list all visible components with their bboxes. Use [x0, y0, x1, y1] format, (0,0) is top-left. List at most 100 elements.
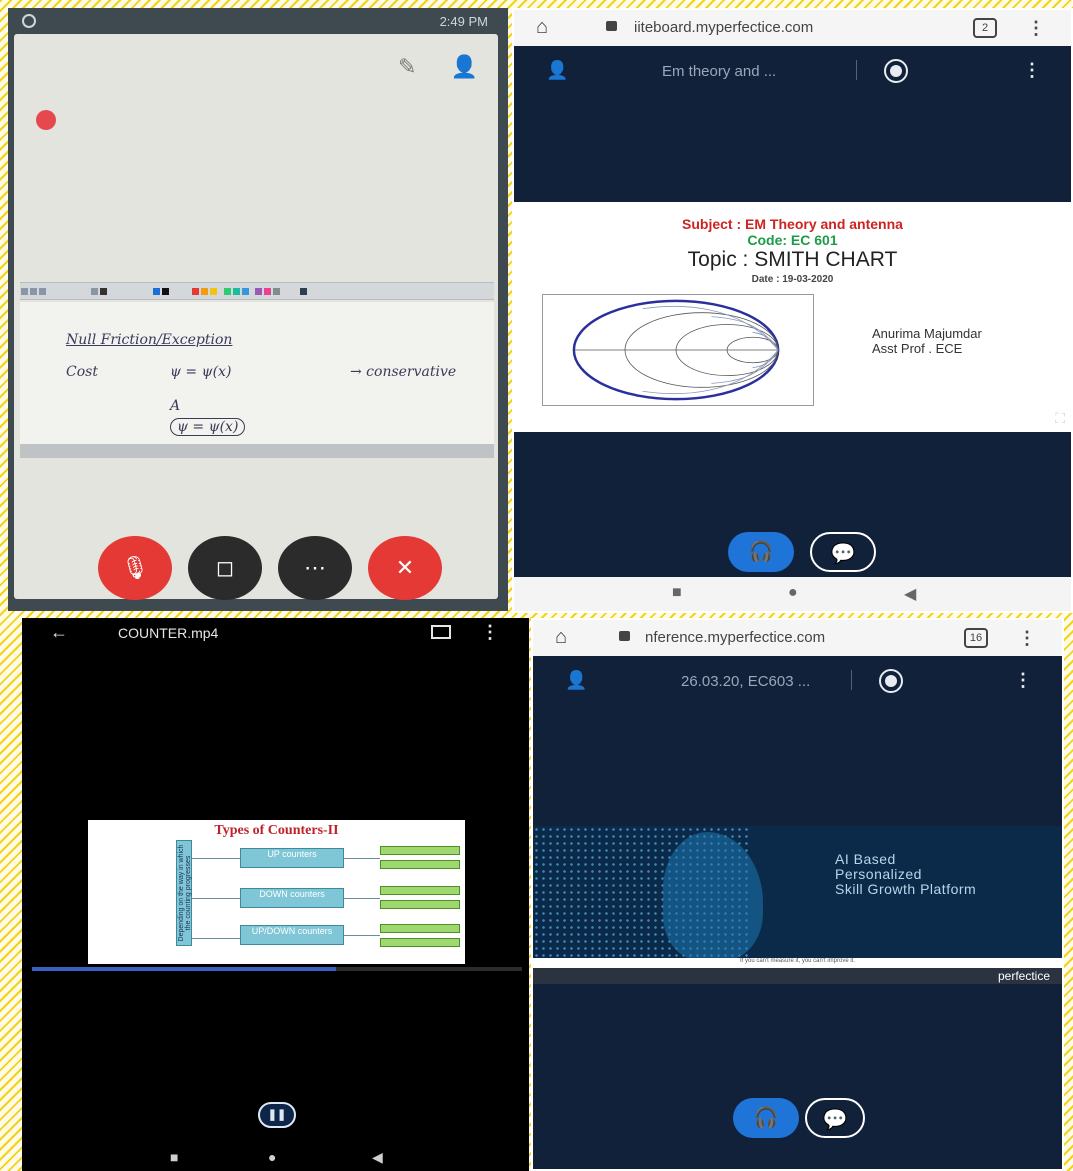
- whiteboard-screen: ✎ 👤 Null Friction/Exception Cost ψ = ψ(x…: [14, 34, 498, 599]
- meeting-title: Em theory and ...: [662, 63, 777, 80]
- video-top-bar: ← COUNTER.mp4 ⋮: [22, 618, 529, 648]
- handwritten-note: Null Friction/Exception: [66, 332, 233, 348]
- slide-footer: perfectice: [533, 968, 1062, 984]
- chat-button[interactable]: 💬: [805, 1098, 865, 1138]
- cast-icon[interactable]: [431, 625, 451, 639]
- android-nav-bar: ■ ● ◀: [514, 577, 1071, 611]
- slide-author: Anurima Majumdar Asst Prof . ECE: [872, 326, 982, 356]
- browser-address-bar: ⌂ iiteboard.myperfectice.com 2 ⋮: [514, 10, 1071, 46]
- back-arrow-icon[interactable]: ←: [50, 622, 68, 643]
- android-nav-bar: ■ ● ◀: [22, 1145, 529, 1171]
- fullscreen-icon[interactable]: ⛶: [1055, 410, 1065, 427]
- side-label-text: Depending on the way in which the counti…: [178, 844, 192, 942]
- lock-icon: [606, 21, 617, 31]
- handwritten-note: A: [170, 398, 181, 414]
- counter-slide: Types of Counters-II Depending on the wa…: [88, 820, 465, 964]
- ai-platform-session: ⌂ nference.myperfectice.com 16 ⋮ 👤 26.03…: [531, 618, 1064, 1171]
- pen-icon[interactable]: ✎: [398, 54, 416, 79]
- author-title: Asst Prof . ECE: [872, 341, 963, 356]
- banner-line: Skill Growth Platform: [835, 881, 977, 897]
- divider: [851, 670, 852, 690]
- video-file-name: COUNTER.mp4: [118, 625, 219, 641]
- slide-topic: Topic : SMITH CHART: [687, 248, 898, 271]
- connector: [344, 858, 380, 859]
- lock-icon: [619, 631, 630, 641]
- recent-apps-icon[interactable]: ■: [170, 1149, 178, 1165]
- banner-line: Personalized: [835, 866, 922, 882]
- ai-head-graphic: [663, 832, 763, 960]
- subtype-box: [380, 900, 460, 909]
- call-controls: 🎙 ◻ ⋯ ✕: [8, 536, 508, 606]
- record-indicator-icon: [36, 110, 56, 130]
- participants-icon[interactable]: 👤: [546, 60, 568, 81]
- smith-chart-figure: [542, 294, 814, 406]
- url-text[interactable]: iiteboard.myperfectice.com: [634, 19, 813, 36]
- home-nav-icon[interactable]: ●: [268, 1149, 276, 1165]
- meeting-menu-icon[interactable]: ⋮: [1014, 670, 1032, 691]
- whiteboard-canvas[interactable]: Null Friction/Exception Cost ψ = ψ(x) A …: [20, 302, 494, 446]
- url-text[interactable]: nference.myperfectice.com: [645, 629, 825, 646]
- smith-chart-session: ⌂ iiteboard.myperfectice.com 2 ⋮ 👤 Em th…: [512, 8, 1073, 613]
- browser-menu-icon[interactable]: ⋮: [1027, 18, 1045, 39]
- subtype-box: [380, 924, 460, 933]
- connector: [192, 898, 240, 899]
- pause-button[interactable]: ❚❚: [258, 1102, 296, 1128]
- presentation-slide: Subject : EM Theory and antenna Code: EC…: [514, 202, 1071, 432]
- audio-button[interactable]: 🎧: [728, 532, 794, 572]
- brand-logo-text: perfectice: [997, 969, 1050, 983]
- connector: [192, 858, 240, 859]
- meeting-header: 👤 26.03.20, EC603 ... ⋮: [533, 656, 1062, 706]
- video-seek-bar[interactable]: [32, 967, 522, 971]
- camera-icon: [22, 14, 36, 28]
- seek-bar-progress: [32, 967, 336, 971]
- whiteboard-top-icons: ✎ 👤: [370, 54, 478, 80]
- connector: [192, 938, 240, 939]
- author-name: Anurima Majumdar: [872, 326, 982, 341]
- mute-button[interactable]: 🎙: [98, 536, 172, 600]
- handwritten-note: ψ = ψ(x): [170, 364, 232, 380]
- slide-subject: Subject : EM Theory and antenna: [682, 216, 903, 232]
- video-menu-icon[interactable]: ⋮: [481, 622, 499, 643]
- home-icon[interactable]: ⌂: [555, 626, 567, 649]
- meeting-menu-icon[interactable]: ⋮: [1023, 60, 1041, 81]
- meeting-title: 26.03.20, EC603 ...: [681, 673, 811, 690]
- home-nav-icon[interactable]: ●: [788, 584, 798, 602]
- handwritten-note: ψ = ψ(x): [170, 418, 246, 436]
- participants-icon[interactable]: 👤: [565, 670, 587, 691]
- home-icon[interactable]: ⌂: [536, 16, 548, 39]
- counter-box: UP counters: [240, 848, 344, 868]
- tab-count-button[interactable]: 16: [964, 628, 988, 648]
- video-player: ← COUNTER.mp4 ⋮ Types of Counters-II Dep…: [22, 618, 529, 1171]
- drawing-toolbar[interactable]: [20, 282, 494, 300]
- subtype-box: [380, 886, 460, 895]
- connector: [344, 935, 380, 936]
- slide-caption: If you can't measure it, you can't impro…: [533, 958, 1062, 968]
- chat-button[interactable]: 💬: [810, 532, 876, 572]
- subtype-box: [380, 860, 460, 869]
- browser-menu-icon[interactable]: ⋮: [1018, 628, 1036, 649]
- slide-date: Date : 19-03-2020: [751, 274, 834, 285]
- back-nav-icon[interactable]: ◀: [904, 584, 916, 604]
- secondary-toolbar[interactable]: [20, 444, 494, 458]
- slide-code: Code: EC 601: [747, 232, 838, 248]
- connector: [344, 898, 380, 899]
- audio-button[interactable]: 🎧: [733, 1098, 799, 1138]
- ai-banner-slide: AI Based Personalized Skill Growth Platf…: [533, 826, 1062, 966]
- camera-button[interactable]: ◻: [188, 536, 262, 600]
- subtype-box: [380, 846, 460, 855]
- subtype-box: [380, 938, 460, 947]
- tab-count-button[interactable]: 2: [973, 18, 997, 38]
- ai-banner-text: AI Based Personalized Skill Growth Platf…: [835, 852, 976, 897]
- status-time: 2:49 PM: [439, 14, 488, 29]
- counter-slide-title: Types of Counters-II: [214, 823, 339, 838]
- handwritten-note: Cost: [66, 364, 98, 380]
- back-nav-icon[interactable]: ◀: [372, 1149, 383, 1166]
- whiteboard-phone-photo: 2:49 PM ✎ 👤 Null Friction/Exception Cost…: [8, 8, 508, 611]
- record-icon[interactable]: [884, 59, 908, 83]
- record-icon[interactable]: [879, 669, 903, 693]
- recent-apps-icon[interactable]: ■: [672, 584, 682, 602]
- end-call-button[interactable]: ✕: [368, 536, 442, 600]
- more-options-button[interactable]: ⋯: [278, 536, 352, 600]
- counter-box: UP/DOWN counters: [240, 925, 344, 945]
- participants-icon[interactable]: 👤: [451, 54, 478, 79]
